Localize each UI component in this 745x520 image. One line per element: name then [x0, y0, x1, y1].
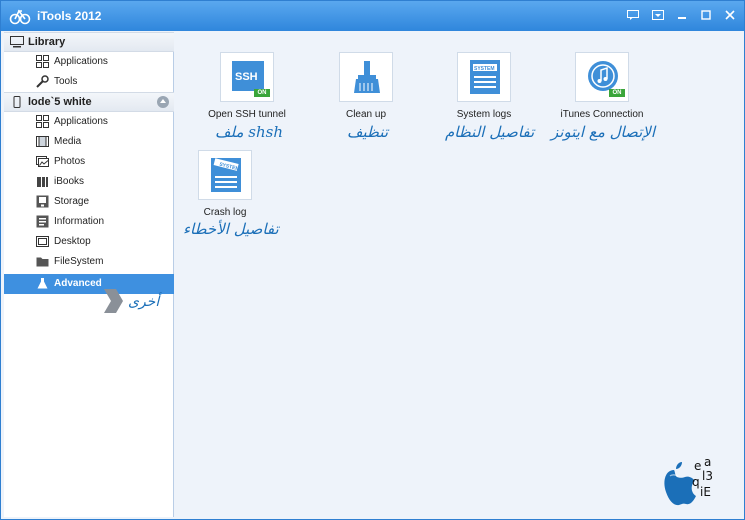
- tool-crash-log[interactable]: SYSTEM Crash log: [175, 150, 275, 218]
- tool-annotation: الإتصال مع ايتونز: [551, 123, 655, 141]
- sidebar-item-ibooks[interactable]: iBooks: [4, 172, 174, 192]
- tool-annotation: تنظيف: [347, 123, 389, 141]
- system-logs-tile[interactable]: SYSTEM: [457, 52, 511, 102]
- svg-text:iE: iE: [700, 485, 711, 499]
- maximize-button[interactable]: [695, 7, 717, 23]
- library-label: Library: [28, 36, 66, 48]
- title-bar[interactable]: iTools 2012: [1, 1, 744, 31]
- cleanup-tile[interactable]: [339, 52, 393, 102]
- tool-label: Open SSH tunnel: [208, 109, 286, 120]
- sidebar-item-label: Desktop: [54, 236, 91, 247]
- sidebar-item-tools[interactable]: Tools: [4, 72, 174, 92]
- sidebar-item-media[interactable]: Media: [4, 132, 174, 152]
- flask-icon: [37, 278, 48, 289]
- tool-clean-up[interactable]: Clean up: [316, 52, 416, 120]
- ssh-tile-text: SSH: [235, 71, 258, 83]
- sidebar-item-desktop[interactable]: Desktop: [4, 232, 174, 252]
- device-header[interactable]: lode`5 white: [4, 92, 174, 112]
- grid-icon: [36, 115, 49, 128]
- sidebar-item-photos[interactable]: Photos: [4, 152, 174, 172]
- system-tile-text: SYSTEM: [474, 66, 495, 72]
- sidebar-item-label: Storage: [54, 196, 90, 207]
- sidebar-item-storage[interactable]: Storage: [4, 192, 174, 212]
- app-window: iTools 2012 Library Applications Tools l…: [0, 0, 745, 520]
- svg-text:a: a: [704, 455, 711, 469]
- sidebar-item-advanced[interactable]: Advanced: [4, 274, 174, 294]
- sidebar-item-label: Media: [54, 136, 82, 147]
- tool-annotation: تفاصيل النظام: [445, 123, 535, 141]
- on-badge: ON: [254, 89, 270, 97]
- desktop-icon: [36, 236, 49, 247]
- tool-ssh-tunnel[interactable]: SSH ON Open SSH tunnel: [197, 52, 297, 120]
- sidebar-item-label: Tools: [54, 76, 78, 87]
- close-button[interactable]: [719, 7, 741, 23]
- sidebar-item-label: Advanced: [54, 278, 102, 289]
- broom-icon: [354, 61, 380, 93]
- wrench-icon: [36, 75, 49, 88]
- sidebar-item-label: Photos: [54, 156, 86, 167]
- sidebar-item-label: Information: [54, 216, 105, 227]
- tool-itunes-connection[interactable]: ON iTunes Connection: [552, 52, 652, 120]
- film-icon: [36, 136, 49, 147]
- tool-label: Clean up: [345, 109, 387, 120]
- sidebar-item-label: FileSystem: [54, 256, 104, 267]
- folder-icon: [36, 257, 49, 267]
- system-log-icon: [470, 60, 500, 94]
- sidebar-item-information[interactable]: Information: [4, 212, 174, 232]
- sidebar-item-label: Applications: [54, 56, 108, 67]
- info-icon: [36, 215, 49, 228]
- sidebar-item-filesystem[interactable]: FileSystem: [4, 252, 174, 272]
- itunes-tile[interactable]: ON: [575, 52, 629, 102]
- sidebar-item-label: iBooks: [54, 176, 85, 187]
- sidebar-item-label: Applications: [54, 116, 108, 127]
- feedback-icon[interactable]: [622, 7, 644, 23]
- ssh-tile[interactable]: SSH ON: [220, 52, 274, 102]
- window-title: iTools 2012: [37, 9, 102, 23]
- crash-log-icon: [211, 158, 241, 192]
- tool-annotation: تفاصيل الأخطاء: [183, 220, 279, 238]
- minimize-button[interactable]: [671, 7, 693, 23]
- sidebar: Library Applications Tools lode`5 white …: [4, 32, 174, 517]
- svg-text:l3: l3: [702, 469, 713, 483]
- photo-icon: [36, 156, 49, 167]
- grid-icon: [36, 55, 49, 68]
- sidebar-item-library-applications[interactable]: Applications: [4, 52, 174, 72]
- monitor-icon: [10, 36, 24, 48]
- phone-icon: [13, 96, 21, 108]
- svg-text:e: e: [694, 459, 701, 473]
- eject-icon[interactable]: [157, 96, 169, 108]
- tool-annotation: ملف shsh: [215, 123, 284, 141]
- chevron-right-icon: [104, 289, 123, 313]
- library-header[interactable]: Library: [4, 32, 174, 52]
- crash-log-tile[interactable]: SYSTEM: [198, 150, 252, 200]
- tool-system-logs[interactable]: SYSTEM System logs: [434, 52, 534, 120]
- device-label: lode`5 white: [28, 96, 92, 108]
- main-panel: SSH ON Open SSH tunnel ملف shsh Clean up…: [175, 32, 743, 517]
- on-badge: ON: [609, 89, 625, 97]
- book-icon: [37, 177, 48, 187]
- storage-icon: [36, 195, 49, 208]
- site-watermark-logo: e a q l3 iE: [664, 455, 713, 506]
- tool-label: Crash log: [203, 207, 247, 218]
- tool-label: iTunes Connection: [560, 109, 644, 120]
- sidebar-item-device-applications[interactable]: Applications: [4, 112, 174, 132]
- svg-text:q: q: [692, 475, 700, 489]
- itools-logo-icon: [9, 9, 31, 25]
- menu-icon[interactable]: [647, 7, 669, 23]
- tool-label: System logs: [456, 109, 512, 120]
- advanced-annotation: أخرى: [128, 294, 160, 310]
